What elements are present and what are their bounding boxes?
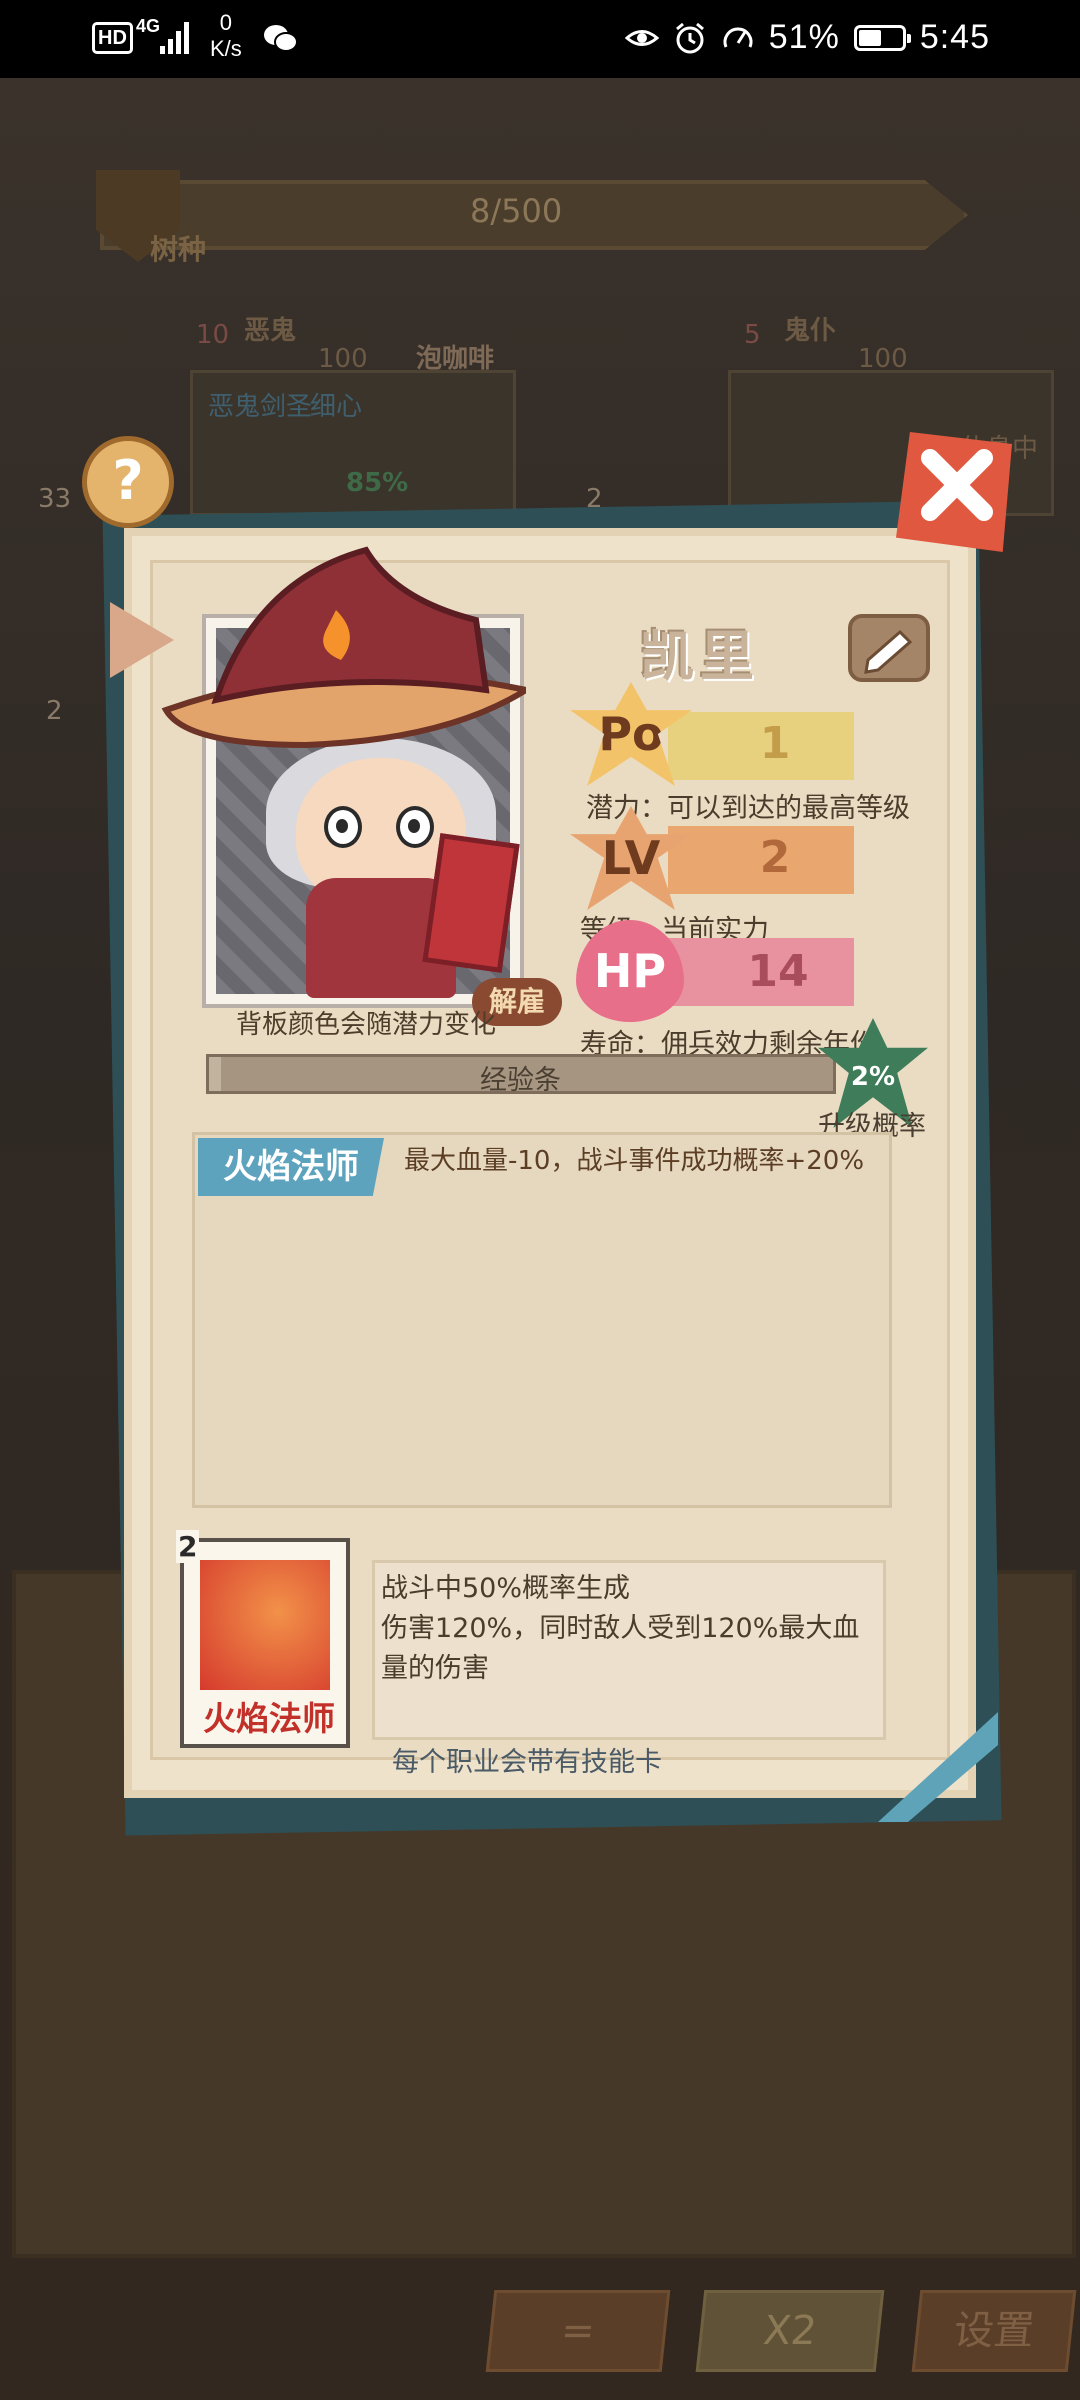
skill-note: 每个职业会带有技能卡 <box>392 1747 662 1778</box>
network-speed: 0 K/s <box>210 10 242 62</box>
skill-card-name: 火焰法师 <box>203 1699 335 1738</box>
help-button[interactable]: ? <box>82 436 174 528</box>
speed-unit: K/s <box>210 36 242 61</box>
character-eye <box>324 806 362 848</box>
character-name: 凯里 <box>640 625 760 688</box>
settings-button[interactable]: 设置 <box>911 2290 1077 2372</box>
hp-value: 14 <box>747 946 809 997</box>
battery-icon <box>853 24 911 51</box>
left-card-level: 10 <box>196 320 230 350</box>
class-effect: 最大血量-10，战斗事件成功概率+20% <box>404 1146 865 1176</box>
hp-icon-label: HP <box>593 944 667 998</box>
left-badge-2: 2 <box>46 696 63 726</box>
left-card-sub2: 细心 <box>310 392 363 422</box>
right-card-hp: 100 <box>858 344 908 374</box>
seed-progress-text: 8/500 <box>470 192 563 230</box>
skill-description: 战斗中50%概率生成 伤害120%，同时敌人受到120%最大血 量的伤害 <box>372 1560 886 1740</box>
left-card-hp: 100 <box>318 344 368 374</box>
speed-value: 0 <box>219 10 233 35</box>
skill-count: 2 <box>176 1530 200 1563</box>
skill-desc-line: 战斗中50%概率生成 <box>381 1573 631 1604</box>
left-card-sub: 恶鬼剑圣 <box>208 392 313 422</box>
right-card-level: 5 <box>744 320 761 350</box>
seed-label: 树种 <box>150 233 207 266</box>
edit-name-button[interactable] <box>848 614 930 682</box>
fireball-icon <box>200 1560 330 1690</box>
left-card-title: 恶鬼 <box>244 316 297 346</box>
hd-indicator: HD <box>92 22 133 54</box>
potential-value: 1 <box>759 718 791 769</box>
skill-desc-line: 伤害120%，同时敌人受到120%最大血 <box>381 1613 860 1644</box>
witch-hat-icon <box>161 546 526 749</box>
experience-label: 经验条 <box>480 1065 561 1096</box>
character-eye <box>396 806 434 848</box>
right-card-title: 鬼仆 <box>784 316 837 346</box>
pencil-icon <box>864 629 913 674</box>
close-icon[interactable] <box>912 440 1002 530</box>
level-value: 2 <box>759 832 791 883</box>
signal-icon <box>160 18 194 54</box>
level-icon-label: LV <box>601 831 661 885</box>
speed-x2-button[interactable]: X2 <box>695 2290 885 2372</box>
left-card-action: 泡咖啡 <box>416 344 495 374</box>
status-bar: HD 4G 0 K/s 51% 5:45 <box>0 0 1080 78</box>
portrait-note: 背板颜色会随潜力变化 <box>236 1010 497 1040</box>
status-right: 51% 5:45 <box>624 18 990 57</box>
left-badge: 33 <box>38 484 72 514</box>
network-type: 4G <box>136 16 161 36</box>
menu-button[interactable]: = <box>485 2290 671 2372</box>
eye-icon <box>624 29 659 46</box>
skill-card[interactable]: 火焰法师 <box>180 1538 350 1748</box>
upgrade-rate-value: 2% <box>850 1062 896 1092</box>
speed-icon <box>723 27 753 48</box>
left-card-percent: 85% <box>346 468 409 498</box>
alarm-icon <box>675 22 704 53</box>
clock: 5:45 <box>919 18 990 56</box>
class-tag: 火焰法师 <box>198 1138 384 1196</box>
wechat-icon <box>264 25 298 52</box>
potential-icon-label: Po <box>598 707 664 761</box>
skill-desc-line: 量的伤害 <box>381 1653 489 1684</box>
battery-percent: 51% <box>768 18 840 56</box>
